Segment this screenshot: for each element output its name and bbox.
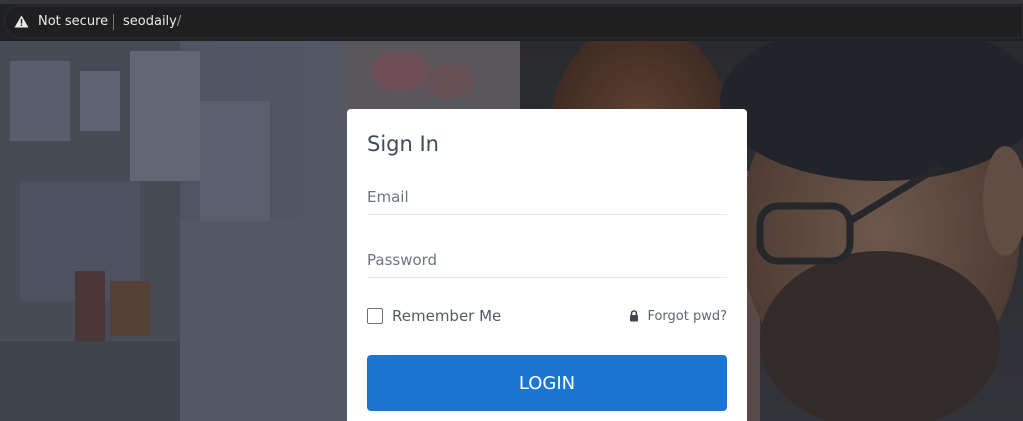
url-host: seodaily <box>123 14 177 29</box>
remember-me-toggle[interactable]: Remember Me <box>367 306 501 326</box>
tab-strip-edge <box>0 0 1023 4</box>
warning-triangle-icon[interactable] <box>14 15 29 28</box>
address-bar[interactable]: Not secure seodaily/ <box>4 5 1023 38</box>
page-viewport: Sign In Remember Me Forgot pwd? LOGIN <box>0 41 1023 421</box>
remember-me-checkbox[interactable] <box>367 308 383 324</box>
password-field[interactable] <box>367 243 727 278</box>
address-separator <box>113 14 114 30</box>
forgot-password-label: Forgot pwd? <box>647 308 727 324</box>
url-path: / <box>176 14 182 29</box>
sign-in-card: Sign In Remember Me Forgot pwd? LOGIN <box>347 109 747 421</box>
browser-toolbar: Not secure seodaily/ <box>0 0 1023 41</box>
lock-icon <box>630 310 639 322</box>
security-status-label[interactable]: Not secure <box>38 13 108 30</box>
forgot-password-link[interactable]: Forgot pwd? <box>629 307 727 325</box>
login-button[interactable]: LOGIN <box>367 355 727 411</box>
url-text[interactable]: seodaily/ <box>123 13 181 30</box>
email-field[interactable] <box>367 180 727 215</box>
sign-in-title: Sign In <box>367 132 439 156</box>
remember-me-label: Remember Me <box>392 307 502 325</box>
